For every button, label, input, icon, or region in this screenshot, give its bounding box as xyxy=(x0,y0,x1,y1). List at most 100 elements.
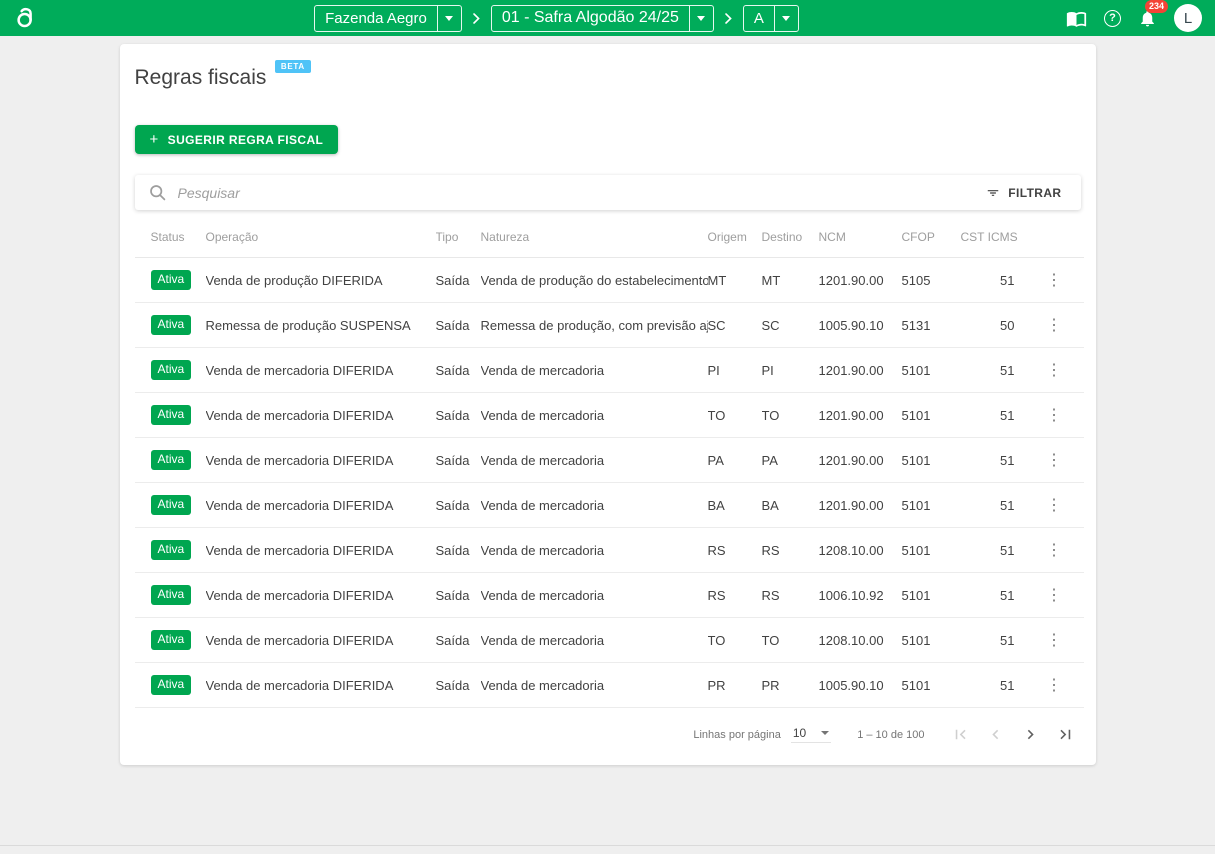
row-menu-kebab-icon[interactable]: ⋮ xyxy=(1040,272,1068,289)
book-icon xyxy=(1066,8,1087,29)
cell-status: Ativa xyxy=(135,618,206,663)
last-page-button[interactable] xyxy=(1056,725,1075,744)
status-badge: Ativa xyxy=(151,675,192,695)
cell-cst: 51 xyxy=(961,483,1025,528)
cell-cfop: 5101 xyxy=(902,573,961,618)
cell-ncm: 1201.90.00 xyxy=(819,483,902,528)
fiscal-rules-table: Status Operação Tipo Natureza Origem Des… xyxy=(135,215,1084,708)
cell-actions: ⋮ xyxy=(1025,438,1084,483)
cell-natureza: Venda de mercadoria xyxy=(481,438,708,483)
suggest-fiscal-rule-label: SUGERIR REGRA FISCAL xyxy=(168,133,324,147)
cell-natureza: Venda de mercadoria xyxy=(481,348,708,393)
row-menu-kebab-icon[interactable]: ⋮ xyxy=(1040,497,1068,514)
first-page-button[interactable] xyxy=(951,725,970,744)
cell-status: Ativa xyxy=(135,258,206,303)
notifications-button[interactable]: 234 xyxy=(1138,9,1157,28)
chevron-down-icon xyxy=(821,731,829,735)
cell-tipo: Saída xyxy=(436,438,481,483)
rows-per-page: Linhas por página 10 xyxy=(693,726,831,743)
suggest-fiscal-rule-button[interactable]: + SUGERIR REGRA FISCAL xyxy=(135,125,339,154)
table-row: AtivaVenda de mercadoria DIFERIDASaídaVe… xyxy=(135,528,1084,573)
cell-origem: RS xyxy=(708,528,762,573)
row-menu-kebab-icon[interactable]: ⋮ xyxy=(1040,632,1068,649)
season-selector[interactable]: 01 - Safra Algodão 24/25 xyxy=(491,5,714,32)
avatar[interactable]: L xyxy=(1174,4,1202,32)
help-button[interactable]: ? xyxy=(1104,10,1121,27)
cell-operacao: Venda de mercadoria DIFERIDA xyxy=(206,393,436,438)
filter-button[interactable]: FILTRAR xyxy=(979,185,1067,201)
row-menu-kebab-icon[interactable]: ⋮ xyxy=(1040,542,1068,559)
row-menu-kebab-icon[interactable]: ⋮ xyxy=(1040,587,1068,604)
farm-selector-caret[interactable] xyxy=(437,6,461,31)
cell-cfop: 5131 xyxy=(902,303,961,348)
row-menu-kebab-icon[interactable]: ⋮ xyxy=(1040,452,1068,469)
cell-ncm: 1201.90.00 xyxy=(819,393,902,438)
topbar: Fazenda Aegro 01 - Safra Algodão 24/25 A… xyxy=(0,0,1215,36)
cell-operacao: Venda de mercadoria DIFERIDA xyxy=(206,618,436,663)
table-row: AtivaVenda de mercadoria DIFERIDASaídaVe… xyxy=(135,663,1084,708)
row-menu-kebab-icon[interactable]: ⋮ xyxy=(1040,317,1068,334)
status-badge: Ativa xyxy=(151,495,192,515)
next-page-button[interactable] xyxy=(1021,725,1040,744)
cell-tipo: Saída xyxy=(436,258,481,303)
cell-actions: ⋮ xyxy=(1025,573,1084,618)
cell-operacao: Venda de mercadoria DIFERIDA xyxy=(206,438,436,483)
cell-status: Ativa xyxy=(135,663,206,708)
row-menu-kebab-icon[interactable]: ⋮ xyxy=(1040,362,1068,379)
cell-destino: PI xyxy=(762,348,819,393)
chevron-down-icon xyxy=(697,16,705,21)
table-row: AtivaVenda de mercadoria DIFERIDASaídaVe… xyxy=(135,348,1084,393)
cell-tipo: Saída xyxy=(436,573,481,618)
prev-page-button[interactable] xyxy=(986,725,1005,744)
row-menu-kebab-icon[interactable]: ⋮ xyxy=(1040,407,1068,424)
knowledge-book-button[interactable] xyxy=(1066,8,1087,29)
cell-ncm: 1208.10.00 xyxy=(819,528,902,573)
cell-natureza: Venda de mercadoria xyxy=(481,618,708,663)
season-selector-caret[interactable] xyxy=(689,6,713,31)
cell-actions: ⋮ xyxy=(1025,393,1084,438)
search-input[interactable] xyxy=(176,184,971,202)
table-row: AtivaVenda de mercadoria DIFERIDASaídaVe… xyxy=(135,573,1084,618)
cell-actions: ⋮ xyxy=(1025,663,1084,708)
season-selector-value: 01 - Safra Algodão 24/25 xyxy=(492,6,689,31)
cell-cst: 51 xyxy=(961,663,1025,708)
notification-badge: 234 xyxy=(1145,0,1168,13)
cell-cst: 51 xyxy=(961,618,1025,663)
cell-cfop: 5101 xyxy=(902,528,961,573)
cell-ncm: 1006.10.92 xyxy=(819,573,902,618)
cell-ncm: 1005.90.10 xyxy=(819,303,902,348)
aegro-logo[interactable] xyxy=(13,5,39,31)
field-selector[interactable]: A xyxy=(743,5,799,32)
status-badge: Ativa xyxy=(151,630,192,650)
page-bottom-divider xyxy=(0,845,1215,846)
breadcrumb-separator-icon xyxy=(473,13,480,24)
cell-cfop: 5101 xyxy=(902,663,961,708)
cell-origem: PA xyxy=(708,438,762,483)
aegro-logo-icon xyxy=(13,5,39,31)
field-selector-caret[interactable] xyxy=(774,6,798,31)
cell-tipo: Saída xyxy=(436,618,481,663)
cell-ncm: 1005.90.10 xyxy=(819,663,902,708)
cell-status: Ativa xyxy=(135,573,206,618)
first-page-icon xyxy=(951,725,970,744)
column-header-origem: Origem xyxy=(708,215,762,258)
help-icon: ? xyxy=(1104,10,1121,27)
cell-cst: 51 xyxy=(961,438,1025,483)
cell-actions: ⋮ xyxy=(1025,528,1084,573)
cell-tipo: Saída xyxy=(436,483,481,528)
pagination: Linhas por página 10 1 – 10 de 100 xyxy=(135,708,1081,759)
rows-per-page-select[interactable]: 10 xyxy=(791,726,831,743)
cell-ncm: 1201.90.00 xyxy=(819,438,902,483)
status-badge: Ativa xyxy=(151,405,192,425)
column-header-tipo: Tipo xyxy=(436,215,481,258)
row-menu-kebab-icon[interactable]: ⋮ xyxy=(1040,677,1068,694)
cell-cst: 51 xyxy=(961,528,1025,573)
farm-selector[interactable]: Fazenda Aegro xyxy=(314,5,462,32)
cell-natureza: Venda de mercadoria xyxy=(481,393,708,438)
topbar-actions: ? 234 L xyxy=(1066,4,1202,32)
cell-operacao: Venda de mercadoria DIFERIDA xyxy=(206,483,436,528)
pagination-range: 1 – 10 de 100 xyxy=(857,729,924,741)
cell-cfop: 5101 xyxy=(902,438,961,483)
table-body: AtivaVenda de produção DIFERIDASaídaVend… xyxy=(135,258,1084,708)
column-header-cst-icms: CST ICMS xyxy=(961,215,1025,258)
